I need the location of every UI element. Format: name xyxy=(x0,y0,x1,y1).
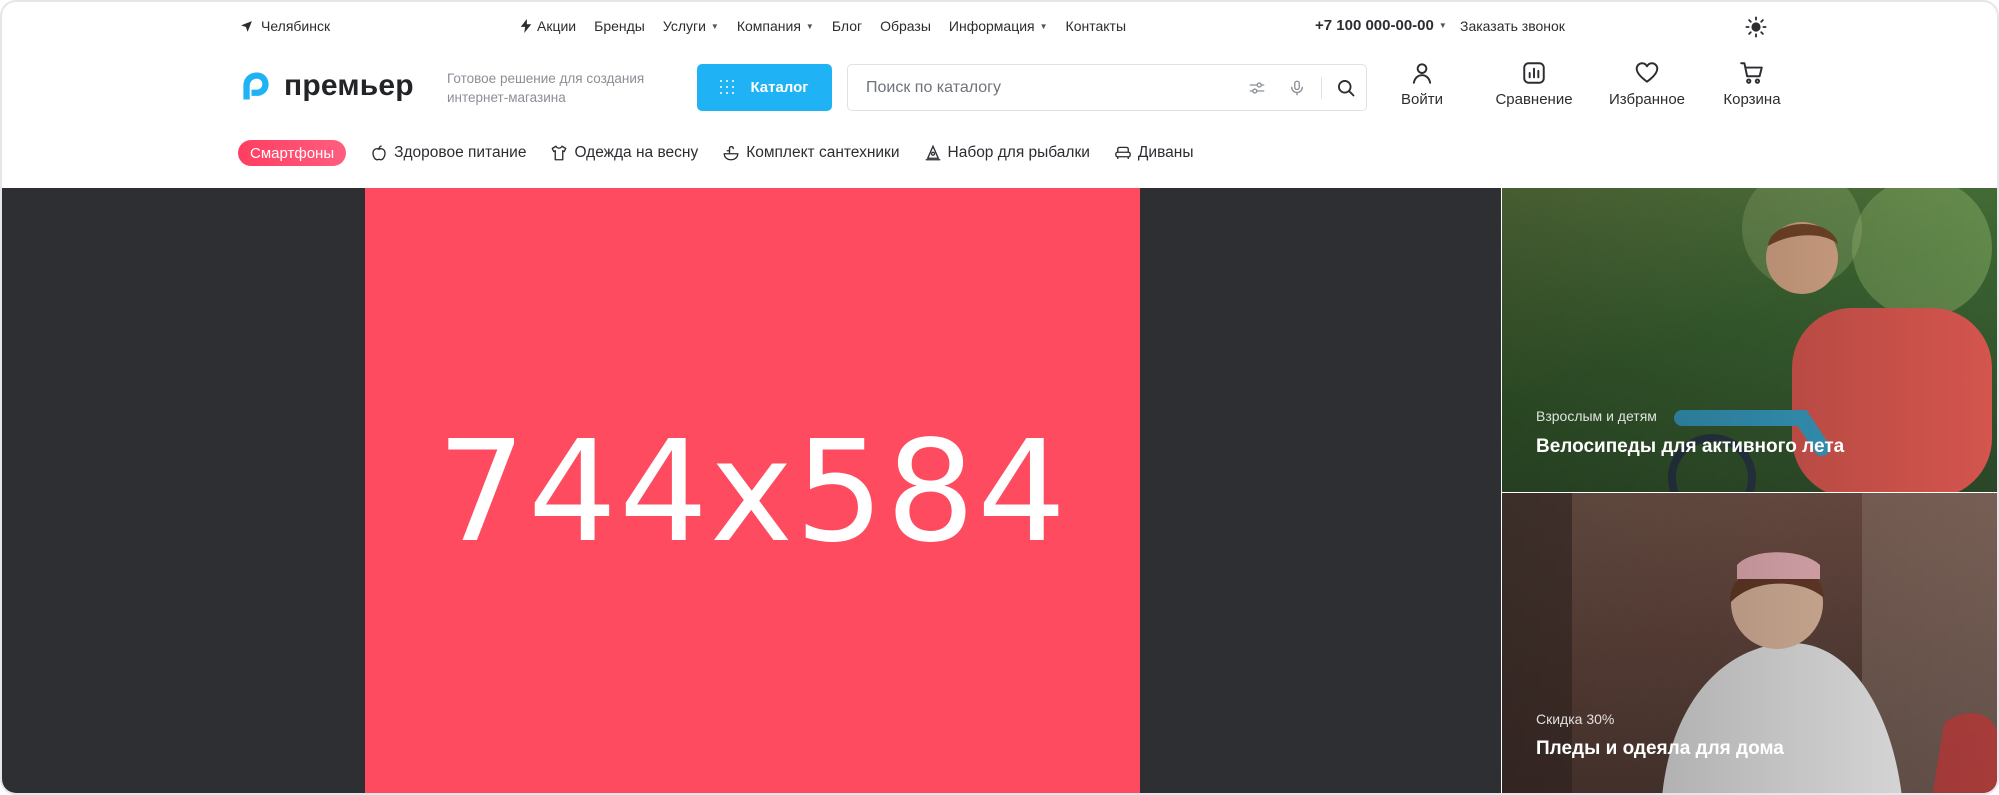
catalog-label: Каталог xyxy=(750,79,809,96)
nav-label: Контакты xyxy=(1065,18,1127,34)
phone-number: +7 100 000-00-00 xyxy=(1315,17,1434,34)
nav-label: Информация xyxy=(948,18,1035,34)
quick-category-label: Диваны xyxy=(1137,144,1194,161)
search-input[interactable] xyxy=(848,65,1237,110)
grid-dots-icon xyxy=(720,79,736,96)
caret-down-icon: ▼ xyxy=(710,21,719,31)
promo-title: Велосипеды для активного лета xyxy=(1536,436,1845,457)
quick-category-label: Одежда на весну xyxy=(574,144,699,161)
bar-chart-icon xyxy=(1523,62,1545,84)
search-icon[interactable] xyxy=(1326,68,1366,108)
quick-category-label: Набор для рыбалки xyxy=(947,144,1090,161)
logo[interactable]: премьер xyxy=(238,68,414,104)
logo-mark-icon xyxy=(243,72,269,100)
nav-item-brands[interactable]: Бренды xyxy=(594,18,645,34)
nav-item-company[interactable]: Компания ▼ xyxy=(737,18,814,34)
lightning-icon xyxy=(520,19,532,33)
header-actions: Войти Сравнение Избранное Корзина xyxy=(1400,60,1784,108)
search-divider xyxy=(1321,76,1322,99)
fishing-icon xyxy=(925,144,940,161)
favorites-button[interactable]: Избранное xyxy=(1607,60,1687,108)
cart-icon xyxy=(1740,62,1763,84)
nav-item-looks[interactable]: Образы xyxy=(880,18,931,34)
nav-label: Блог xyxy=(831,18,863,34)
logo-text: премьер xyxy=(284,69,414,102)
promo-tile-bicycles[interactable]: Взрослым и детям Велосипеды для активног… xyxy=(1502,188,1997,492)
promo-tag: Взрослым и детям xyxy=(1536,408,1657,424)
apple-icon xyxy=(372,145,386,161)
caret-down-icon: ▼ xyxy=(1438,21,1447,30)
callback-link[interactable]: Заказать звонок xyxy=(1460,18,1565,34)
sun-icon[interactable] xyxy=(1745,16,1767,38)
filter-sliders-icon[interactable] xyxy=(1237,68,1277,108)
nav-item-contacts[interactable]: Контакты xyxy=(1066,18,1126,34)
nav-label: Бренды xyxy=(594,18,645,34)
nav-label: Компания xyxy=(736,18,801,34)
quick-category-item[interactable]: Набор для рыбалки xyxy=(924,144,1090,162)
nav-item-promos[interactable]: Акции xyxy=(520,18,576,34)
caret-down-icon: ▼ xyxy=(1039,21,1048,31)
tagline: Готовое решение для создания интернет-ма… xyxy=(447,71,645,105)
heart-icon xyxy=(1635,62,1659,83)
phone-dropdown[interactable]: +7 100 000-00-00 ▼ xyxy=(1315,17,1447,34)
cart-button[interactable]: Корзина xyxy=(1720,60,1784,108)
top-nav: Акции Бренды Услуги ▼ Компания ▼ Блог Об… xyxy=(520,18,1126,34)
quick-categories: Смартфоны Здоровое питание Одежда на вес… xyxy=(238,139,1193,167)
caret-down-icon: ▼ xyxy=(805,21,814,31)
search-box xyxy=(847,64,1367,111)
nav-label: Акции xyxy=(537,18,577,34)
nav-item-info[interactable]: Информация ▼ xyxy=(949,18,1048,34)
promo-tag: Скидка 30% xyxy=(1536,711,1615,727)
cart-label: Корзина xyxy=(1723,91,1781,108)
page-frame: Челябинск Акции Бренды Услуги ▼ Компания… xyxy=(0,0,1999,795)
catalog-button[interactable]: Каталог xyxy=(697,64,832,111)
login-label: Войти xyxy=(1401,91,1443,108)
location-arrow-icon xyxy=(241,20,252,32)
quick-category-item[interactable]: Комплект сантехники xyxy=(722,144,900,162)
sofa-icon xyxy=(1115,146,1131,159)
compare-button[interactable]: Сравнение xyxy=(1494,60,1574,108)
quick-category-label: Здоровое питание xyxy=(394,144,527,161)
nav-label: Образы xyxy=(880,18,931,34)
quick-category-item[interactable]: Одежда на весну xyxy=(550,144,698,162)
quick-category-highlight[interactable]: Смартфоны xyxy=(238,140,347,166)
compare-label: Сравнение xyxy=(1495,91,1573,108)
quick-category-item[interactable]: Диваны xyxy=(1114,144,1194,162)
microphone-icon[interactable] xyxy=(1277,68,1317,108)
quick-category-label: Комплект сантехники xyxy=(746,144,900,161)
tshirt-icon xyxy=(552,145,567,161)
hero-slider[interactable]: 744x584 xyxy=(2,188,1501,793)
nav-item-blog[interactable]: Блог xyxy=(832,18,862,34)
favorites-label: Избранное xyxy=(1608,91,1686,108)
login-button[interactable]: Войти xyxy=(1400,60,1444,108)
city-name: Челябинск xyxy=(261,18,331,34)
nav-label: Услуги xyxy=(662,18,706,34)
user-icon xyxy=(1412,63,1432,84)
promo-tile-blankets[interactable]: Скидка 30% Пледы и одеяла для дома xyxy=(1502,493,1997,793)
city-selector[interactable]: Челябинск xyxy=(240,18,330,34)
top-utility-bar: Челябинск Акции Бренды Услуги ▼ Компания… xyxy=(2,2,1997,52)
promo-title: Пледы и одеяла для дома xyxy=(1536,738,1784,759)
quick-category-item[interactable]: Здоровое питание xyxy=(370,144,526,162)
nav-item-services[interactable]: Услуги ▼ xyxy=(663,18,719,34)
hero-banner[interactable]: 744x584 xyxy=(365,188,1140,793)
faucet-icon xyxy=(723,145,739,161)
